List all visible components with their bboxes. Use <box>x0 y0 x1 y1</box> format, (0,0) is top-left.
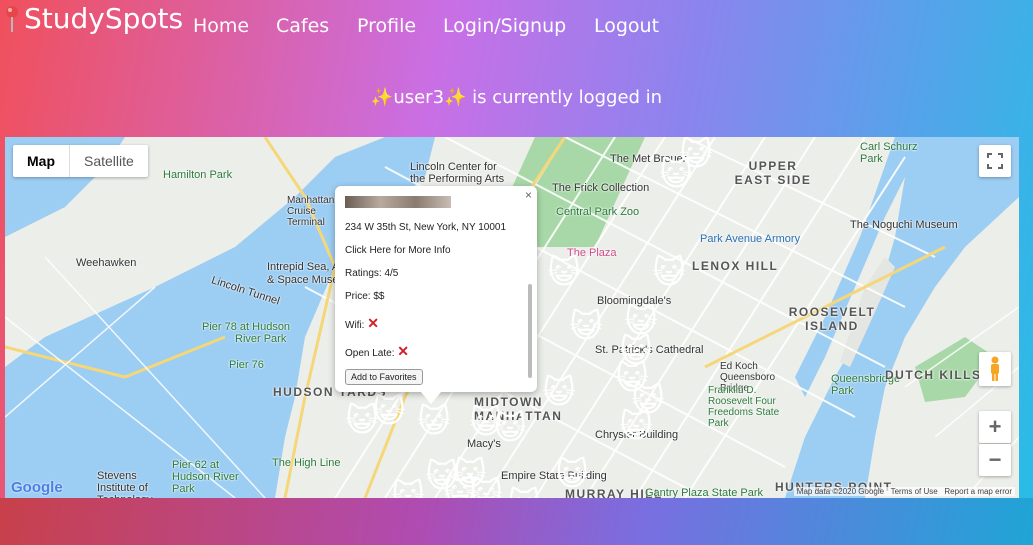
label-noguchi: The Noguchi Museum <box>850 219 958 231</box>
wifi-row: Wifi: ✕ <box>345 315 379 332</box>
cafe-address: 234 W 35th St, New York, NY 10001 <box>345 222 507 233</box>
nav-home[interactable]: Home <box>193 15 249 37</box>
page-bottom-band <box>0 498 1033 545</box>
label-intrepid-1: Intrepid Sea, Air <box>267 261 346 273</box>
zoom-out-button[interactable]: − <box>979 444 1011 476</box>
cafe-marker[interactable]: 😺 <box>415 402 453 440</box>
label-hamilton-park: Hamilton Park <box>163 169 233 181</box>
map-attribution: Map data ©2020 Google Terms of Use Repor… <box>793 487 1015 496</box>
cafe-marker[interactable]: 😺 <box>467 475 505 498</box>
brand-name: StudySpots <box>24 2 184 35</box>
cafe-marker[interactable]: 😺 <box>343 401 381 439</box>
label-zoo: Central Park Zoo <box>556 206 640 218</box>
label-frick: The Frick Collection <box>552 182 650 194</box>
label-high-line: The High Line <box>272 457 341 469</box>
nav-login-signup[interactable]: Login/Signup <box>443 15 566 37</box>
label-gantry-plaza: Gantry Plaza State Park <box>645 487 763 498</box>
map-pin-icon <box>6 5 18 32</box>
label-upper-east-side: UPPER EAST SIDE <box>734 159 812 187</box>
wifi-no-icon: ✕ <box>367 315 379 331</box>
cafe-marker[interactable]: 😺 <box>505 485 543 498</box>
label-park-avenue-armory: Park Avenue Armory <box>700 233 801 245</box>
popup-scrollbar[interactable] <box>528 284 532 378</box>
label-pier76: Pier 76 <box>229 359 264 371</box>
wifi-label: Wifi: <box>345 320 365 331</box>
add-to-favorites-button[interactable]: Add to Favorites <box>345 369 423 385</box>
cafe-info-popup: × 234 W 35th St, New York, NY 10001 Clic… <box>335 186 537 404</box>
cafe-marker[interactable]: 😺 <box>389 477 427 498</box>
label-cruise-terminal: Manhattan Cruise Terminal <box>287 195 335 228</box>
cafe-marker[interactable]: 😺 <box>657 155 695 193</box>
street-view-pegman-button[interactable] <box>979 352 1011 386</box>
fullscreen-button[interactable] <box>979 145 1011 177</box>
cafe-photo <box>345 196 451 208</box>
more-info-link[interactable]: Click Here for More Info <box>345 245 451 256</box>
cafe-marker[interactable]: 😺 <box>567 307 605 345</box>
zoom-in-button[interactable]: + <box>979 411 1011 443</box>
map-type-control: Map Satellite <box>13 145 148 177</box>
map-type-map-button[interactable]: Map <box>13 145 70 177</box>
label-weehawken: Weehawken <box>76 257 137 269</box>
open-late-no-icon: ✕ <box>397 343 409 359</box>
label-pier62: Pier 62 at Hudson River Park <box>172 459 239 495</box>
open-late-row: Open Late: ✕ <box>345 343 409 360</box>
nav-cafes[interactable]: Cafes <box>276 15 329 37</box>
cafe-marker[interactable]: 😺 <box>540 373 578 411</box>
label-pier78-2: River Park <box>235 333 287 345</box>
cafe-ratings: Ratings: 4/5 <box>345 268 399 279</box>
label-carl-schurz: Carl Schurz Park <box>860 141 918 165</box>
label-roosevelt-island: ROOSEVELT ISLAND <box>788 305 876 333</box>
fullscreen-icon <box>987 153 1003 169</box>
brand-link[interactable]: StudySpots <box>4 2 183 35</box>
logged-in-message: ✨user3✨ is currently logged in <box>370 87 663 108</box>
label-four-freedoms: Franklin D. Roosevelt Four Freedoms Stat… <box>708 385 780 429</box>
pegman-icon <box>991 356 999 381</box>
google-logo: Google <box>11 479 63 496</box>
label-lincoln-center-1: Lincoln Center for <box>410 161 497 173</box>
map-data-credit: Map data ©2020 Google <box>796 487 885 496</box>
popup-close-button[interactable]: × <box>525 188 532 202</box>
navbar: StudySpots Home Cafes Profile Login/Sign… <box>0 0 1033 60</box>
report-error-link[interactable]: Report a map error <box>944 487 1012 496</box>
terms-link[interactable]: Terms of Use <box>891 487 938 496</box>
cafe-marker[interactable]: 😺 <box>491 409 529 447</box>
label-stevens: Stevens Institute of Technology <box>97 470 153 498</box>
label-dutch-kills: DUTCH KILLS <box>885 368 982 382</box>
label-lenox-hill: LENOX HILL <box>692 259 779 273</box>
label-lincoln-center-2: the Performing Arts <box>410 173 505 185</box>
label-pier78-1: Pier 78 at Hudson <box>202 321 291 333</box>
open-late-label: Open Late: <box>345 348 395 359</box>
cafe-marker[interactable]: 😺 <box>650 253 688 291</box>
cafe-marker[interactable]: 😺 <box>617 407 655 445</box>
cafe-marker[interactable]: 😺 <box>553 455 591 493</box>
cafe-marker[interactable]: 😺 <box>545 253 583 291</box>
map-type-satellite-button[interactable]: Satellite <box>70 145 148 177</box>
nav-profile[interactable]: Profile <box>357 15 416 37</box>
cafe-price: Price: $$ <box>345 291 385 302</box>
nav-logout[interactable]: Logout <box>594 15 659 37</box>
